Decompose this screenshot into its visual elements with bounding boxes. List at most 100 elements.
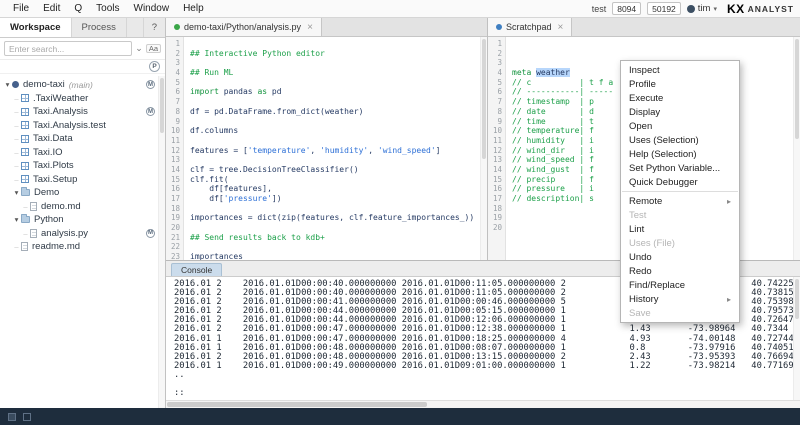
tab-scratchpad[interactable]: Scratchpad ×	[488, 18, 573, 36]
menu-item-label: Inspect	[629, 64, 660, 76]
grid-icon	[21, 134, 29, 143]
context-menu-item-open[interactable]: Open	[621, 119, 739, 133]
statusbar-icon-2[interactable]	[23, 412, 31, 421]
scrollbar-thumb[interactable]	[795, 279, 799, 319]
line-number: 12	[492, 145, 502, 155]
line-number: 4	[497, 68, 502, 78]
sidebar-scrollbar[interactable]	[158, 76, 165, 408]
menu-q[interactable]: Q	[67, 3, 89, 14]
tree-item-taxi-analysis-test[interactable]: – Taxi.Analysis.test	[0, 119, 165, 133]
context-menu-item-set-python-variable[interactable]: Set Python Variable...	[621, 161, 739, 175]
port-primary[interactable]: 8094	[612, 2, 642, 15]
tree-item-label: Demo	[34, 187, 60, 199]
search-input[interactable]	[4, 41, 133, 56]
line-number: 8	[497, 106, 502, 116]
context-menu-item-find-replace[interactable]: Find/Replace	[621, 278, 739, 292]
tree-item-taxi-io[interactable]: – Taxi.IO	[0, 146, 165, 160]
tree-item-label: readme.md	[32, 241, 81, 253]
line-number: 20	[170, 223, 180, 233]
console-line: ..	[174, 369, 185, 380]
expander-icon[interactable]: ▾	[12, 188, 21, 197]
sidebar-toolbar: P	[0, 60, 165, 74]
tree-item-taxi-plots[interactable]: – Taxi.Plots	[0, 159, 165, 173]
process-filter-icon[interactable]: P	[149, 61, 160, 72]
port-secondary[interactable]: 50192	[647, 2, 681, 15]
menu-file[interactable]: File	[6, 3, 36, 14]
scrollbar-thumb[interactable]	[160, 78, 164, 133]
editor-scrollbar[interactable]	[480, 37, 487, 260]
context-menu-item-remote[interactable]: Remote ▸	[621, 194, 739, 208]
tree-item-label: Python	[34, 214, 64, 226]
close-icon[interactable]: ×	[558, 22, 564, 33]
line-number: 3	[497, 58, 502, 68]
sidebar-tab-process[interactable]: Process	[72, 18, 127, 37]
context-menu-item-profile[interactable]: Profile	[621, 77, 739, 91]
console-vscrollbar[interactable]	[793, 277, 800, 400]
tree-item-label: demo.md	[41, 200, 81, 212]
sidebar-tab-workspace[interactable]: Workspace	[0, 18, 72, 37]
tree-item-analysis-py[interactable]: – analysis.py M	[0, 227, 165, 241]
sidebar-tab-help[interactable]: ?	[142, 18, 165, 37]
context-menu-item-help-selection[interactable]: Help (Selection)	[621, 147, 739, 161]
tree-bullet-icon: –	[14, 134, 19, 144]
tree-bullet-icon: –	[14, 107, 19, 117]
context-menu-item-uses-selection[interactable]: Uses (Selection)	[621, 133, 739, 147]
tree-bullet-icon: –	[23, 228, 28, 238]
line-number: 7	[497, 97, 502, 107]
context-menu-item-save: Save	[621, 306, 739, 320]
scrollbar-thumb[interactable]	[167, 402, 427, 407]
close-icon[interactable]: ×	[307, 22, 313, 33]
scrollbar-thumb[interactable]	[795, 39, 799, 139]
line-number: 21	[170, 232, 180, 242]
tree-item-demo-taxi[interactable]: ▾ demo-taxi (main) M	[0, 78, 165, 92]
scrollbar-thumb[interactable]	[482, 39, 486, 159]
context-menu-item-redo[interactable]: Redo	[621, 264, 739, 278]
file-icon	[21, 242, 28, 252]
context-menu-item-execute[interactable]: Execute	[621, 91, 739, 105]
statusbar-icon-1[interactable]	[8, 412, 16, 421]
chevron-down-icon[interactable]: ⌄	[135, 44, 143, 53]
line-number: 1	[497, 39, 502, 48]
tree-item-demo-md[interactable]: – demo.md	[0, 200, 165, 214]
tree-item-taxi-analysis[interactable]: – Taxi.Analysis M	[0, 105, 165, 119]
context-menu-item-history[interactable]: History ▸	[621, 292, 739, 306]
tab-console[interactable]: Console	[171, 263, 223, 276]
editor-scrollbar[interactable]	[793, 37, 800, 260]
code-line: ## Run ML	[190, 68, 234, 78]
context-menu-item-display[interactable]: Display	[621, 105, 739, 119]
tree-item-taxi-data[interactable]: – Taxi.Data	[0, 132, 165, 146]
tree-item-readme-md[interactable]: – readme.md	[0, 240, 165, 254]
menu-edit[interactable]: Edit	[36, 3, 67, 14]
tree-item-taxi-setup[interactable]: – Taxi.Setup	[0, 173, 165, 187]
line-number: 10	[170, 126, 180, 136]
kx-analyst-window: File Edit Q Tools Window Help test 8094 50192…	[0, 0, 800, 425]
match-case-icon[interactable]: Aa	[145, 43, 161, 54]
tree-item-label: analysis.py	[41, 227, 88, 239]
context-menu: Inspect Profile Execute Display Open Uses (Se…	[620, 60, 740, 323]
code-line: importances	[190, 252, 243, 260]
context-menu-item-undo[interactable]: Undo	[621, 250, 739, 264]
context-menu-item-inspect[interactable]: Inspect	[621, 63, 739, 77]
tree-item-python[interactable]: ▾ Python	[0, 213, 165, 227]
tree-item-taxiweather[interactable]: – .TaxiWeather	[0, 92, 165, 106]
menu-help[interactable]: Help	[176, 3, 211, 14]
code-content[interactable]: ## Interactive Python editor ## Run ML i…	[184, 37, 487, 260]
user-menu[interactable]: tim ▾	[686, 3, 717, 14]
submenu-arrow-icon: ▸	[726, 196, 731, 206]
tree-item-label: demo-taxi	[23, 79, 65, 91]
expander-icon[interactable]: ▾	[3, 80, 12, 89]
tab-analysis-py[interactable]: demo-taxi/Python/analysis.py ×	[166, 18, 322, 36]
grid-icon	[21, 175, 29, 184]
console-hscrollbar[interactable]	[166, 400, 800, 408]
menu-window[interactable]: Window	[127, 3, 177, 14]
tree-item-label: Taxi.IO	[33, 146, 63, 158]
context-menu-item-quick-debugger[interactable]: Quick Debugger	[621, 175, 739, 189]
expander-icon[interactable]: ▾	[12, 215, 21, 224]
context-menu-item-lint[interactable]: Lint	[621, 222, 739, 236]
tree-item-demo[interactable]: ▾ Demo	[0, 186, 165, 200]
menu-tools[interactable]: Tools	[89, 3, 126, 14]
code-line: features = ['temperature', 'humidity', '…	[190, 145, 441, 155]
